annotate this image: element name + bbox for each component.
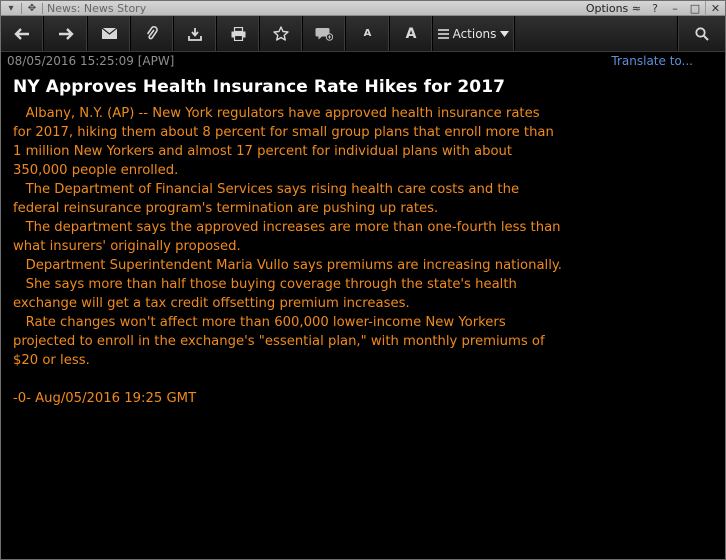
dropdown-arrow-icon[interactable]: ▾ <box>5 3 17 15</box>
story-line: The department says the approved increas… <box>13 220 561 235</box>
story-line: for 2017, hiking them about 8 percent fo… <box>13 125 554 140</box>
actions-label: Actions <box>452 26 497 41</box>
help-button[interactable]: ? <box>645 1 665 16</box>
divider <box>21 3 22 14</box>
story-line: 1 million New Yorkers and almost 17 perc… <box>13 144 513 159</box>
double-chevron-up-icon: ≈ <box>631 2 641 15</box>
story-line: Rate changes won't affect more than 600,… <box>13 315 506 330</box>
star-icon <box>273 26 289 41</box>
close-button[interactable]: ✕ <box>705 1 725 16</box>
story-body: Albany, N.Y. (AP) -- New York regulators… <box>13 104 713 408</box>
increase-font-button[interactable]: A <box>390 16 433 51</box>
caret-down-icon <box>500 30 510 37</box>
title-bar[interactable]: ▾ ✥ News: News Story Options ≈ ? – □ ✕ <box>1 1 725 16</box>
attach-button[interactable] <box>131 16 174 51</box>
arrow-right-icon <box>58 27 74 40</box>
translate-link[interactable]: Translate to... <box>611 54 693 68</box>
move-icon[interactable]: ✥ <box>26 3 38 15</box>
search-icon <box>694 26 709 41</box>
divider <box>42 3 43 14</box>
forward-button[interactable] <box>44 16 88 51</box>
search-button[interactable] <box>677 16 725 51</box>
news-story-window: ▾ ✥ News: News Story Options ≈ ? – □ ✕ A… <box>0 0 726 560</box>
story-line: what insurers' originally proposed. <box>13 239 241 254</box>
actions-menu-button[interactable]: Actions <box>433 16 515 51</box>
font-large-label: A <box>405 25 417 42</box>
download-icon <box>188 27 202 41</box>
decrease-font-button[interactable]: A <box>346 16 390 51</box>
comment-button[interactable] <box>303 16 346 51</box>
story-line: exchange will get a tax credit offsettin… <box>13 296 410 311</box>
email-button[interactable] <box>88 16 131 51</box>
font-small-label: A <box>363 28 372 39</box>
story-line: projected to enroll in the exchange's "e… <box>13 334 545 349</box>
download-button[interactable] <box>174 16 217 51</box>
back-button[interactable] <box>1 16 44 51</box>
printer-icon <box>231 26 245 41</box>
minimize-button[interactable]: – <box>665 1 685 16</box>
story-line: $20 or less. <box>13 353 90 368</box>
chat-add-icon <box>315 27 333 41</box>
envelope-icon <box>101 28 117 39</box>
story-headline: NY Approves Health Insurance Rate Hikes … <box>13 77 506 97</box>
list-icon <box>437 28 449 39</box>
story-footer: -0- Aug/05/2016 19:25 GMT <box>13 391 197 406</box>
options-label: Options <box>585 2 629 15</box>
arrow-left-icon <box>14 27 29 40</box>
window-title: News: News Story <box>47 2 147 15</box>
story-line: Department Superintendent Maria Vullo sa… <box>13 258 562 273</box>
story-line: federal reinsurance program's terminatio… <box>13 201 439 216</box>
story-line: Albany, N.Y. (AP) -- New York regulators… <box>13 106 540 121</box>
toolbar: A A Actions <box>1 16 725 52</box>
story-line: 350,000 people enrolled. <box>13 163 179 178</box>
story-line: The Department of Financial Services say… <box>13 182 520 197</box>
story-timestamp: 08/05/2016 15:25:09 [APW] <box>7 54 175 68</box>
print-button[interactable] <box>217 16 260 51</box>
maximize-button[interactable]: □ <box>685 1 705 16</box>
options-menu[interactable]: Options ≈ <box>582 1 645 16</box>
paperclip-icon <box>146 25 158 39</box>
story-line: She says more than half those buying cov… <box>13 277 517 292</box>
favorite-button[interactable] <box>260 16 303 51</box>
